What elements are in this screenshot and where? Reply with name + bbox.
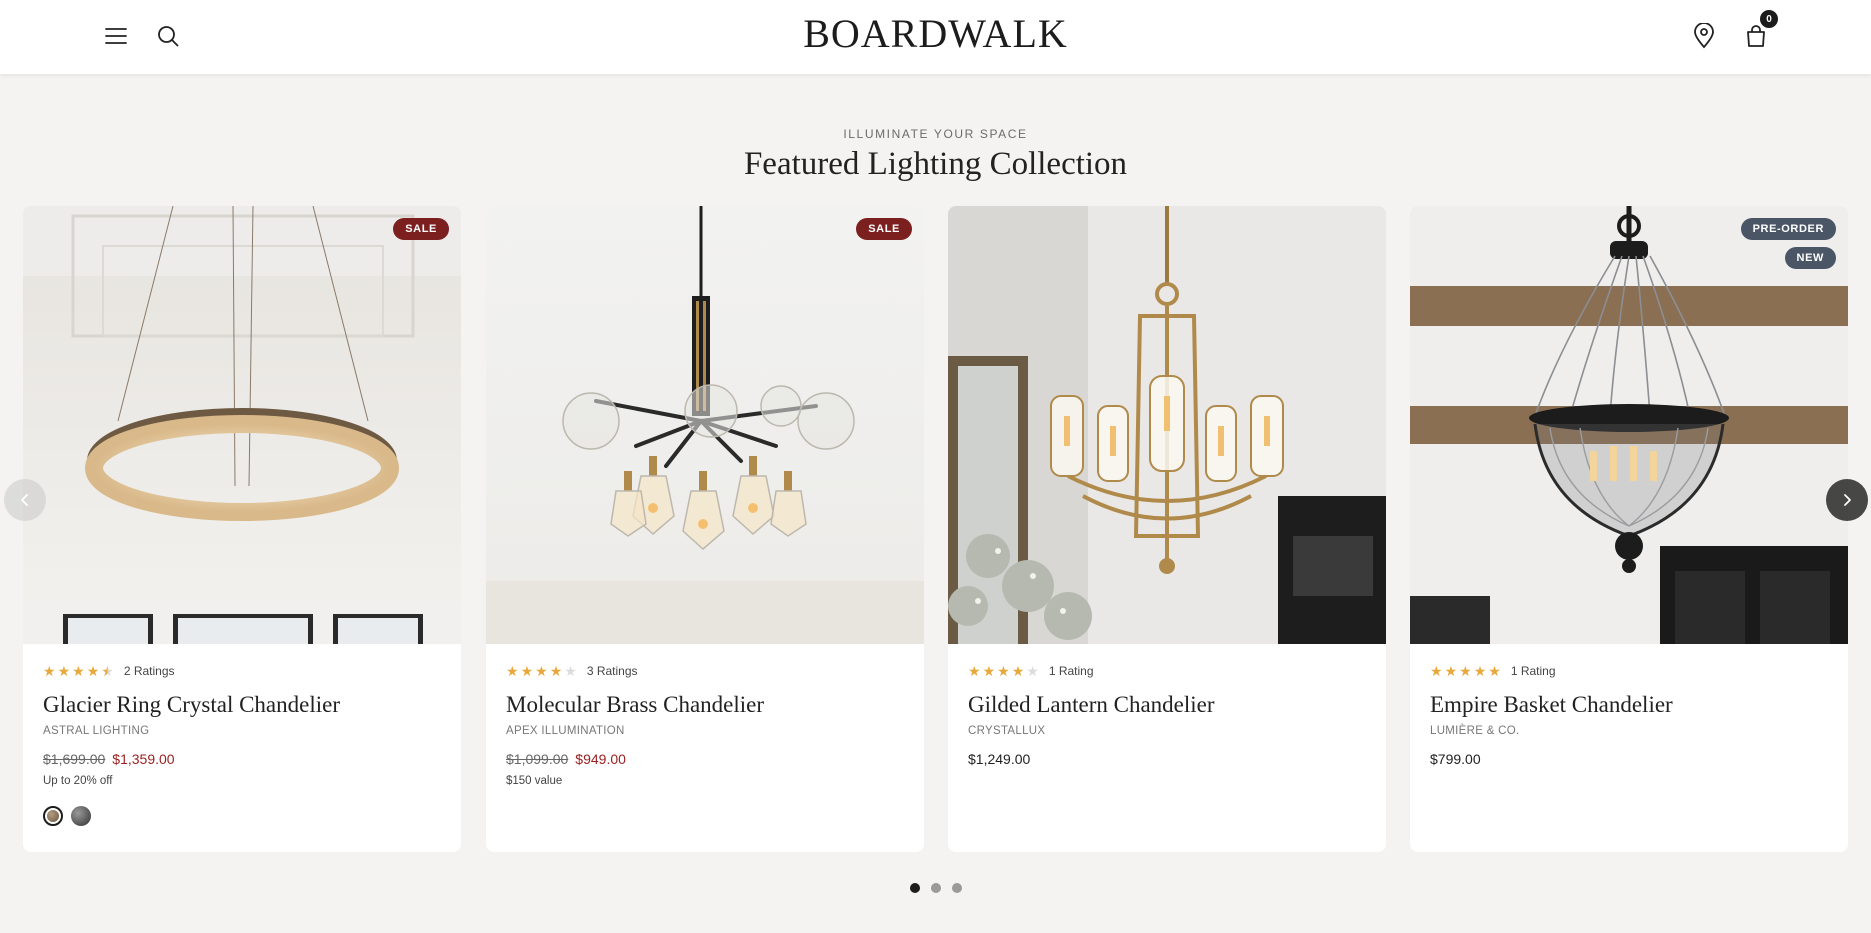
star-rating: ★ ★ ★ ★ ★ [506,664,577,678]
sale-price: $1,359.00 [112,751,175,767]
star-icon: ★ [86,663,100,679]
star-icon: ★ [535,663,548,679]
star-icon: ★ [506,663,519,679]
site-logo[interactable]: BOARDWALK [0,10,1871,57]
location-pin-icon[interactable] [1688,20,1720,52]
product-name[interactable]: Glacier Ring Crystal Chandelier [43,692,340,718]
half-star-icon: ★ [101,663,114,679]
product-brand: CRYSTALLUX [968,725,1046,737]
badge-group: SALE [856,218,912,240]
pagination-dot[interactable] [909,883,920,893]
price-row: $1,699.00 $1,359.00 [43,751,175,767]
price: $1,249.00 [968,751,1031,767]
rating-count[interactable]: 3 Ratings [587,664,638,678]
sale-badge: SALE [856,218,912,240]
carousel-next-button[interactable] [1826,479,1868,521]
pagination-dot[interactable] [930,883,941,893]
star-icon: ★ [1026,663,1039,679]
sale-price: $949.00 [575,751,626,767]
sale-badge: SALE [393,218,449,240]
rating-count[interactable]: 1 Rating [1511,664,1556,678]
product-rating[interactable]: ★ ★ ★ ★ ★ 3 Ratings [506,664,638,678]
star-icon: ★ [549,663,563,679]
star-rating: ★ ★ ★ ★ ★ [1430,664,1501,678]
star-icon: ★ [57,663,71,679]
product-name[interactable]: Empire Basket Chandelier [1430,692,1673,718]
price-row: $1,099.00 $949.00 [506,751,626,767]
promo-text: Up to 20% off [43,775,113,787]
cart-count-badge: 0 [1760,10,1778,28]
product-card[interactable]: SALE ★ ★ ★ ★ ★ 2 Ratings Glacier Ring Crysta… [23,206,461,852]
star-icon: ★ [520,663,534,679]
product-rating[interactable]: ★ ★ ★ ★ ★ 1 Rating [1430,664,1556,678]
shopping-bag-icon[interactable]: 0 [1740,10,1778,52]
price-row: $1,249.00 [968,751,1030,767]
carousel-prev-button[interactable] [4,479,46,521]
star-icon: ★ [564,663,577,679]
section-eyebrow: ILLUMINATE YOUR SPACE [843,127,1028,141]
product-image[interactable] [1410,206,1848,644]
product-name[interactable]: Molecular Brass Chandelier [506,692,764,718]
promo-text: $150 value [506,775,563,787]
star-icon: ★ [1488,663,1501,679]
pagination-dot[interactable] [951,883,962,893]
star-icon: ★ [968,663,981,679]
star-rating: ★ ★ ★ ★ ★ [968,664,1039,678]
original-price: $1,699.00 [43,751,106,767]
star-icon: ★ [1011,663,1025,679]
pre-order-badge: PRE-ORDER [1740,218,1836,240]
product-brand: LUMIÈRE & CO. [1430,725,1520,737]
product-card[interactable]: PRE-ORDER NEW ★ ★ ★ ★ ★ 1 Rating Empire Bask… [1410,206,1848,852]
product-brand: ASTRAL LIGHTING [43,725,150,737]
product-card[interactable]: ★ ★ ★ ★ ★ 1 Rating Gilded Lantern Chandelier… [948,206,1386,852]
rating-count[interactable]: 1 Rating [1049,664,1094,678]
star-rating: ★ ★ ★ ★ ★ [43,664,114,678]
section-title: Featured Lighting Collection [743,146,1128,182]
original-price: $1,099.00 [506,751,569,767]
star-icon: ★ [1444,663,1458,679]
new-badge: NEW [1784,247,1836,269]
star-icon: ★ [1430,663,1443,679]
product-image[interactable] [948,206,1386,644]
product-brand: APEX ILLUMINATION [506,725,625,737]
badge-group: PRE-ORDER NEW [1740,218,1836,269]
star-icon: ★ [43,663,56,679]
star-icon: ★ [1459,663,1472,679]
carousel-pagination [0,883,1871,893]
product-name[interactable]: Gilded Lantern Chandelier [968,692,1215,718]
chevron-right-icon [1844,494,1851,506]
product-card[interactable]: SALE ★ ★ ★ ★ ★ 3 Ratings Molecular Brass Cha… [486,206,924,852]
price-row: $799.00 [1430,751,1481,767]
price: $799.00 [1430,751,1481,767]
rating-count[interactable]: 2 Ratings [124,664,175,678]
color-swatch[interactable] [43,806,63,826]
product-rating[interactable]: ★ ★ ★ ★ ★ 2 Ratings [43,664,175,678]
badge-group: SALE [393,218,449,240]
product-image[interactable] [23,206,461,644]
star-icon: ★ [1473,663,1487,679]
star-icon: ★ [997,663,1010,679]
site-header: BOARDWALK 0 [0,0,1871,74]
star-icon: ★ [982,663,996,679]
product-image[interactable] [486,206,924,644]
product-rating[interactable]: ★ ★ ★ ★ ★ 1 Rating [968,664,1094,678]
chevron-left-icon [21,494,28,506]
star-icon: ★ [72,663,85,679]
color-swatches [43,806,91,826]
color-swatch[interactable] [71,806,91,826]
